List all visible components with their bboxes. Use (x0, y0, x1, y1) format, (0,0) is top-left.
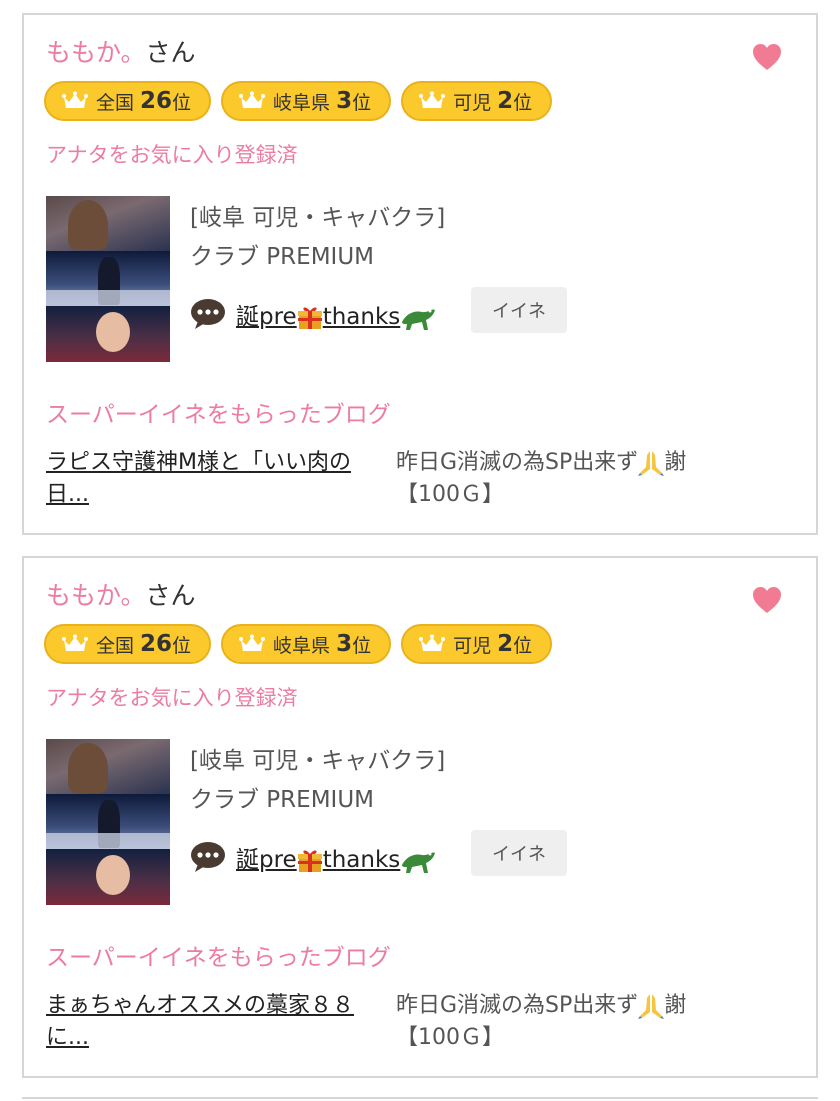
shop-name[interactable]: クラブ PREMIUM (190, 780, 374, 814)
like-button[interactable]: イイネ (471, 287, 567, 333)
rank-unit: 位 (352, 634, 372, 657)
ranking-badges: 全国 26 位 岐阜県 3 位 可児 2 位 (44, 624, 553, 664)
favorite-status: アナタをお気に入り登録済 (46, 143, 298, 167)
shop-category: [岐阜 可児・キャバクラ] (190, 748, 446, 774)
cast-card: ももか。さん 全国 26 位 岐阜県 3 位 可児 2 位 アナタをお気に入り登録済 [岐阜… (22, 556, 818, 1078)
blog-title-link[interactable]: ラピス守護神M様と「いい肉の日... (46, 447, 374, 511)
rank-number: 26 (140, 88, 173, 114)
rank-region: 可児 (453, 91, 492, 114)
gift-icon (297, 307, 322, 329)
rank-badge-city[interactable]: 可児 2 位 (401, 81, 553, 121)
crown-icon (419, 634, 446, 651)
rank-number: 2 (497, 88, 514, 114)
rank-region: 全国 (96, 634, 135, 657)
heart-icon[interactable] (752, 43, 782, 71)
post-row: 誕pre thanks (190, 297, 436, 332)
shop-category: [岐阜 可児・キャバクラ] (190, 205, 446, 231)
next-card-divider (22, 1097, 818, 1099)
favorite-status: アナタをお気に入り登録済 (46, 686, 298, 710)
rank-region: 全国 (96, 91, 135, 114)
rank-unit: 位 (172, 634, 192, 657)
post-title-link[interactable]: 誕pre thanks (236, 297, 436, 332)
rank-unit: 位 (513, 91, 533, 114)
cast-name[interactable]: ももか。 (46, 38, 146, 67)
gift-icon (297, 850, 322, 872)
rank-region: 岐阜県 (273, 634, 331, 657)
shop-name[interactable]: クラブ PREMIUM (190, 237, 374, 271)
speech-bubble-icon (191, 299, 225, 330)
rank-number: 2 (497, 631, 514, 657)
praying-hands-icon (638, 994, 665, 1019)
heart-icon[interactable] (752, 586, 782, 614)
post-row: 誕pre thanks (190, 840, 436, 875)
like-button[interactable]: イイネ (471, 830, 567, 876)
post-title-link[interactable]: 誕pre thanks (236, 840, 436, 875)
rank-region: 可児 (453, 634, 492, 657)
cast-name[interactable]: ももか。 (46, 581, 146, 610)
super-like-blog-heading: スーパーイイネをもらったブログ (46, 402, 391, 428)
rank-badge-city[interactable]: 可児 2 位 (401, 624, 553, 664)
crown-icon (62, 634, 88, 651)
crown-icon (62, 91, 88, 108)
rank-unit: 位 (513, 634, 533, 657)
rank-region: 岐阜県 (273, 91, 331, 114)
rank-unit: 位 (352, 91, 372, 114)
cast-honorific: さん (145, 581, 196, 610)
crocodile-icon (402, 309, 436, 330)
cast-honorific: さん (145, 38, 196, 67)
post-thumbnail[interactable] (46, 739, 170, 905)
post-thumbnail[interactable] (46, 196, 170, 362)
rank-unit: 位 (172, 91, 192, 114)
rank-badge-prefecture[interactable]: 岐阜県 3 位 (221, 81, 392, 121)
crocodile-icon (402, 852, 436, 873)
cast-name-row[interactable]: ももか。さん (46, 580, 196, 612)
crown-icon (239, 634, 266, 651)
super-like-blog-heading: スーパーイイネをもらったブログ (46, 945, 391, 971)
crown-icon (419, 91, 446, 108)
rank-number: 3 (336, 88, 353, 114)
rank-number: 3 (336, 631, 353, 657)
blog-title-link[interactable]: まぁちゃんオススメの藁家８８に... (46, 990, 374, 1054)
blog-meta: 昨日G消滅の為SP出来ず謝 【100Ｇ】 (396, 993, 687, 1050)
speech-bubble-icon (191, 842, 225, 873)
rank-badge-prefecture[interactable]: 岐阜県 3 位 (221, 624, 392, 664)
cast-card: ももか。さん 全国 26 位 岐阜県 3 位 可児 2 位 アナタをお気に入り登録済 [岐阜… (22, 13, 818, 535)
ranking-badges: 全国 26 位 岐阜県 3 位 可児 2 位 (44, 81, 553, 121)
crown-icon (239, 91, 266, 108)
rank-badge-national[interactable]: 全国 26 位 (44, 81, 212, 121)
praying-hands-icon (638, 451, 665, 476)
rank-badge-national[interactable]: 全国 26 位 (44, 624, 212, 664)
blog-meta: 昨日G消滅の為SP出来ず謝 【100Ｇ】 (396, 450, 687, 507)
cast-name-row[interactable]: ももか。さん (46, 37, 196, 69)
rank-number: 26 (140, 631, 173, 657)
